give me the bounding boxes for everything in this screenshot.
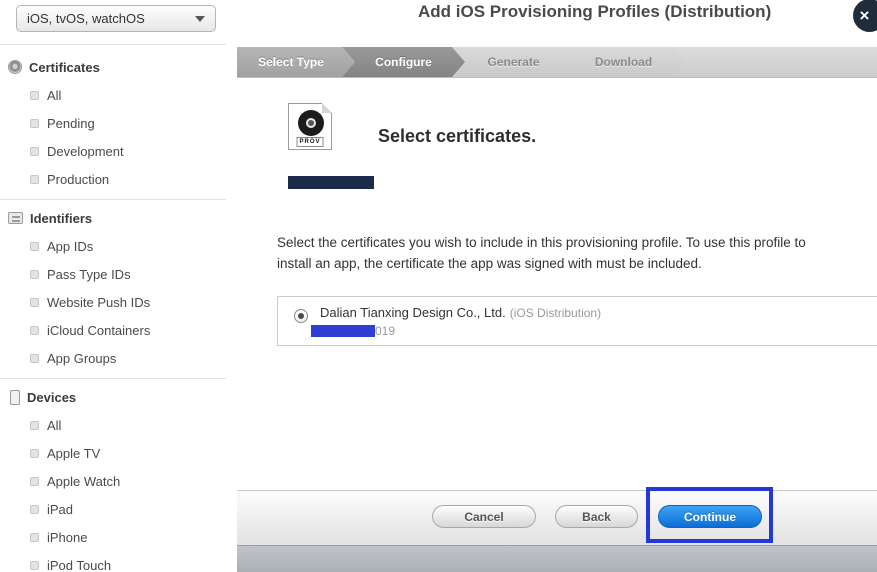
item-bullet-icon: [30, 270, 39, 279]
device-icon: [10, 390, 20, 405]
page-background-strip: [237, 545, 877, 572]
certificate-row[interactable]: Dalian Tianxing Design Co., Ltd. (iOS Dis…: [277, 296, 877, 346]
sidebar-item-pass-type-ids[interactable]: Pass Type IDs: [0, 260, 237, 288]
sidebar-item-website-push-ids[interactable]: Website Push IDs: [0, 288, 237, 316]
sidebar-item-iphone[interactable]: iPhone: [0, 523, 237, 551]
certificate-name: Dalian Tianxing Design Co., Ltd. (iOS Dis…: [320, 305, 601, 320]
item-bullet-icon: [30, 242, 39, 251]
sidebar-divider: [0, 199, 226, 200]
seal-icon: [298, 110, 324, 136]
continue-button[interactable]: Continue: [658, 505, 762, 528]
sidebar-item-label: Pending: [47, 116, 95, 131]
redaction-bar-dark: [288, 176, 374, 189]
certificate-expiry-text: 019: [375, 324, 395, 338]
step-configure: Configure: [342, 47, 465, 77]
sidebar-item-ipad[interactable]: iPad: [0, 495, 237, 523]
sidebar-item-certificates-all[interactable]: All: [0, 81, 237, 109]
sidebar-divider: [0, 378, 226, 379]
modal-title: Add iOS Provisioning Profiles (Distribut…: [418, 0, 771, 24]
item-bullet-icon: [30, 298, 39, 307]
sidebar-item-app-groups[interactable]: App Groups: [0, 344, 237, 372]
add-provisioning-profile-modal: Add iOS Provisioning Profiles (Distribut…: [237, 0, 877, 572]
section-title: Certificates: [29, 60, 100, 75]
item-bullet-icon: [30, 505, 39, 514]
sidebar-item-label: iPad: [47, 502, 73, 517]
item-bullet-icon: [30, 477, 39, 486]
provisioning-profile-icon: PROV: [288, 103, 332, 150]
sidebar-item-development[interactable]: Development: [0, 137, 237, 165]
sidebar-item-label: App IDs: [47, 239, 93, 254]
item-bullet-icon: [30, 91, 39, 100]
sidebar-section-devices[interactable]: Devices: [0, 383, 237, 411]
id-badge-icon: [8, 212, 23, 224]
step-select-type: Select Type: [237, 47, 355, 77]
sidebar-item-pending[interactable]: Pending: [0, 109, 237, 137]
sidebar-item-label: Development: [47, 144, 124, 159]
sidebar-item-app-ids[interactable]: App IDs: [0, 232, 237, 260]
section-title: Identifiers: [30, 211, 92, 226]
sidebar-item-label: Apple Watch: [47, 474, 120, 489]
step-generate: Generate: [452, 47, 575, 77]
sidebar-item-label: iPhone: [47, 530, 87, 545]
certificate-icon: [8, 60, 22, 74]
sidebar-divider: [0, 44, 226, 45]
sidebar-item-apple-watch[interactable]: Apple Watch: [0, 467, 237, 495]
certificate-expiry-row: 019: [311, 324, 395, 338]
sidebar-item-ipod-touch[interactable]: iPod Touch: [0, 551, 237, 572]
item-bullet-icon: [30, 354, 39, 363]
description-line-2: install an app, the certificate the app …: [277, 253, 877, 274]
redaction-bar-blue: [311, 325, 375, 337]
sidebar-item-label: Pass Type IDs: [47, 267, 131, 282]
item-bullet-icon: [30, 175, 39, 184]
sidebar: iOS, tvOS, watchOS Certificates All Pend…: [0, 0, 237, 572]
sidebar-item-label: All: [47, 88, 61, 103]
sidebar-section-certificates[interactable]: Certificates: [0, 53, 237, 81]
wizard-steps: Select Type Configure Generate Download: [237, 47, 877, 78]
back-button[interactable]: Back: [555, 505, 638, 528]
item-bullet-icon: [30, 449, 39, 458]
seal-inner-ring: [306, 118, 316, 128]
page-heading: Select certificates.: [378, 126, 536, 147]
sidebar-item-production[interactable]: Production: [0, 165, 237, 193]
sidebar-item-devices-all[interactable]: All: [0, 411, 237, 439]
sidebar-item-label: All: [47, 418, 61, 433]
sidebar-item-label: App Groups: [47, 351, 116, 366]
sidebar-item-apple-tv[interactable]: Apple TV: [0, 439, 237, 467]
close-icon[interactable]: ×: [853, 0, 877, 32]
sidebar-item-label: Website Push IDs: [47, 295, 150, 310]
sidebar-item-icloud-containers[interactable]: iCloud Containers: [0, 316, 237, 344]
sidebar-item-label: iCloud Containers: [47, 323, 150, 338]
item-bullet-icon: [30, 147, 39, 156]
page-fold-icon: [322, 103, 332, 113]
description-text: Select the certificates you wish to incl…: [277, 232, 877, 274]
modal-footer: Cancel Back Continue: [237, 490, 877, 545]
section-title: Devices: [27, 390, 76, 405]
certificate-name-text: Dalian Tianxing Design Co., Ltd.: [320, 305, 506, 320]
sidebar-item-label: Apple TV: [47, 446, 100, 461]
prov-icon-label: PROV: [296, 137, 323, 147]
platform-dropdown-label: iOS, tvOS, watchOS: [27, 11, 145, 26]
certificate-type: (iOS Distribution): [510, 306, 601, 320]
item-bullet-icon: [30, 421, 39, 430]
sidebar-item-label: Production: [47, 172, 109, 187]
item-bullet-icon: [30, 326, 39, 335]
certificate-radio-selected[interactable]: [294, 309, 308, 323]
item-bullet-icon: [30, 533, 39, 542]
chevron-down-icon: [195, 16, 205, 22]
app-window: iOS, tvOS, watchOS Certificates All Pend…: [0, 0, 877, 572]
description-line-1: Select the certificates you wish to incl…: [277, 232, 877, 253]
platform-dropdown[interactable]: iOS, tvOS, watchOS: [16, 5, 216, 32]
sidebar-section-identifiers[interactable]: Identifiers: [0, 204, 237, 232]
sidebar-item-label: iPod Touch: [47, 558, 111, 572]
item-bullet-icon: [30, 119, 39, 128]
cancel-button[interactable]: Cancel: [432, 505, 536, 528]
item-bullet-icon: [30, 561, 39, 570]
step-download: Download: [562, 47, 685, 77]
